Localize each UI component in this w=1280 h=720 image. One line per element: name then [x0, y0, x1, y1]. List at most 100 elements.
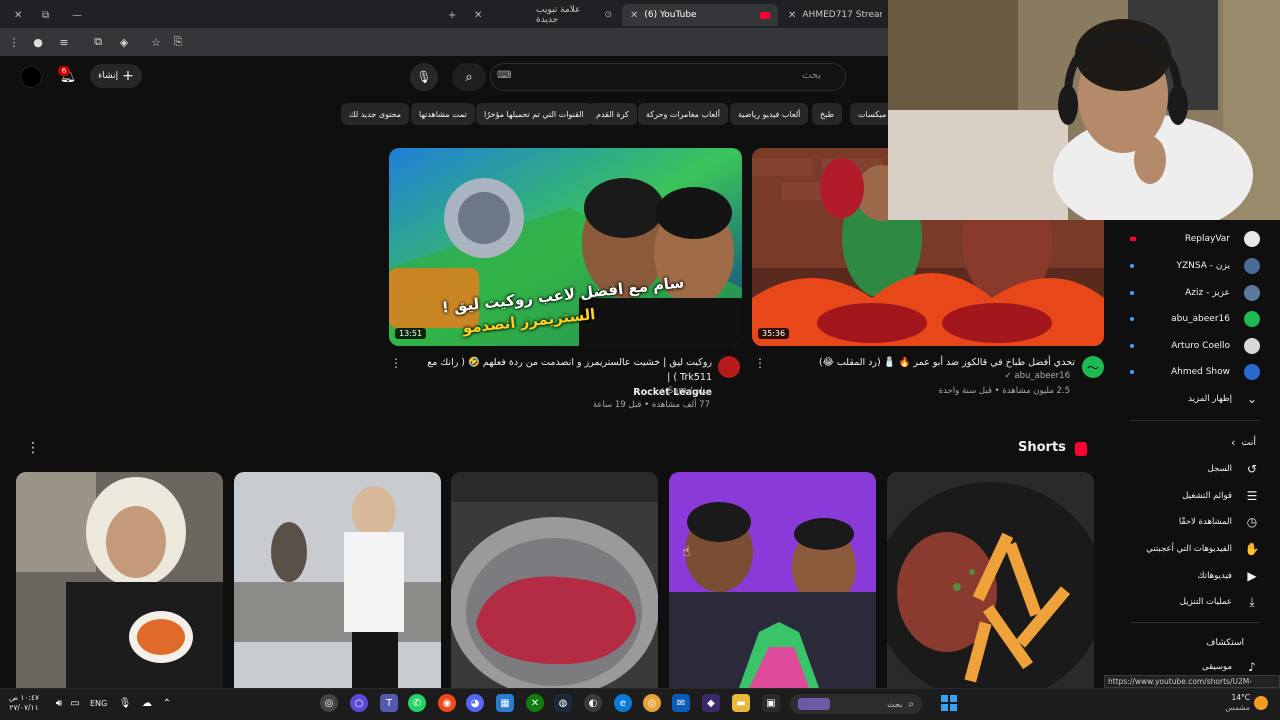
taskbar-app-icon[interactable]: ◆	[702, 694, 720, 712]
channel-avatar[interactable]: 〜	[1082, 356, 1104, 378]
edge-icon[interactable]: e	[614, 694, 632, 712]
chip-football[interactable]: كرة القدم	[588, 103, 637, 125]
new-content-dot	[1130, 370, 1134, 374]
search-button[interactable]: ⌕	[452, 63, 486, 91]
whatsapp-icon[interactable]: ✆	[408, 694, 426, 712]
search-input[interactable]: بحث ⌨	[490, 63, 846, 91]
browser-toolbar	[0, 28, 890, 56]
tab-stream[interactable]: ✕ AHMED717 Stream - Wat	[780, 4, 890, 26]
chip-recently-uploaded[interactable]: القنوات التي تم تحميلها مؤخرًا	[476, 103, 592, 125]
steam-icon[interactable]: ◍	[554, 694, 572, 712]
shorts-item[interactable]	[887, 472, 1094, 688]
like-icon: ✋	[1244, 542, 1260, 556]
extension-avatar-icon[interactable]: ●	[30, 34, 46, 50]
share-icon[interactable]: ⎘	[170, 34, 186, 50]
playlist-extension-icon[interactable]: ≡	[56, 34, 72, 50]
your-videos-icon: ▶	[1247, 569, 1257, 583]
language-indicator[interactable]: ENG	[90, 699, 107, 708]
sidebar-item-watch-later[interactable]: المشاهدة لاحقًا ◷	[1140, 511, 1260, 533]
network-icon[interactable]: ▭	[66, 694, 84, 712]
chip-new-to-you[interactable]: محتوى جديد لك	[341, 103, 410, 125]
outlook-icon[interactable]: ✉	[672, 694, 690, 712]
webcam-overlay	[888, 0, 1280, 220]
taskbar-clock[interactable]: ١٠:٤٧ ص ٢٧/٠٧/١١	[6, 693, 42, 713]
tray-expand-icon[interactable]: ⌃	[158, 694, 176, 712]
channel-name[interactable]: abu_abeer16 ✓	[870, 371, 1070, 381]
sidebar-show-more[interactable]: إظهار المزيد ⌄	[1140, 388, 1260, 410]
teams-icon[interactable]: T	[380, 694, 398, 712]
music-note-icon: ♪	[1248, 660, 1256, 674]
sidebar-item-playlists[interactable]: قوائم التشغيل ☰	[1140, 485, 1260, 507]
mouse-cursor-icon: ☝	[682, 544, 691, 560]
sidebar-subscription[interactable]: Ahmed Show	[1130, 361, 1260, 383]
verified-icon: ✓	[658, 386, 666, 396]
window-close-button[interactable]: ✕	[6, 4, 30, 26]
sidebar-you-heading[interactable]: ‹ أنت	[1140, 431, 1260, 453]
video-title[interactable]: تحدي أفضل طباخ في قالكوز ضد أبو عمر 🔥 🧂 …	[770, 355, 1075, 370]
sidebar-subscription[interactable]: abu_abeer16	[1130, 308, 1260, 330]
chip-cooking[interactable]: طبخ	[812, 103, 842, 125]
sidebar-explore-heading: استكشاف	[1206, 638, 1244, 648]
shorts-more-icon[interactable]: ⋮	[26, 440, 40, 456]
channel-avatar	[1244, 311, 1260, 327]
shorts-item[interactable]	[16, 472, 223, 688]
taskbar-app-icon[interactable]: ○	[350, 694, 368, 712]
windows-start-icon[interactable]	[940, 694, 958, 712]
menu-dots-icon[interactable]: ⋮	[6, 34, 22, 50]
file-explorer-icon[interactable]: ▬	[732, 694, 750, 712]
window-restore-button[interactable]: ⧉	[34, 4, 57, 26]
account-avatar[interactable]	[20, 66, 42, 88]
taskbar-app-icon[interactable]: ◉	[438, 694, 456, 712]
sidebar-subscription[interactable]: YZNSA - يزن	[1130, 255, 1260, 277]
extensions-puzzle-icon[interactable]: ⧉	[90, 34, 106, 50]
shorts-item[interactable]	[234, 472, 441, 688]
chip-sports-games[interactable]: ألعاب فيديو رياضية	[730, 103, 809, 125]
sidebar-item-history[interactable]: السجل ↺	[1140, 458, 1260, 480]
search-icon: ⌕	[465, 69, 473, 85]
sidebar-item-downloads[interactable]: عمليات التنزيل ⤓	[1140, 591, 1260, 613]
weather-widget[interactable]: 14°C مشمس	[1210, 693, 1250, 713]
tab-youtube[interactable]: ✕ (6) YouTube	[622, 4, 778, 26]
channel-avatar[interactable]	[718, 356, 740, 378]
shorts-item[interactable]	[451, 472, 658, 688]
tab-close-icon[interactable]: ✕	[630, 10, 638, 21]
store-icon[interactable]: ▦	[496, 694, 514, 712]
mic-tray-icon[interactable]: 🎙︎	[116, 694, 134, 712]
sidebar-item-liked-videos[interactable]: الفيديوهات التي أعجبتني ✋	[1140, 538, 1260, 560]
taskbar-search[interactable]: بحث ⌕	[790, 694, 922, 714]
chip-watched[interactable]: تمت مشاهدتها	[411, 103, 475, 125]
video-meta: 77 ألف مشاهدة • قبل 19 ساعة	[592, 400, 710, 410]
shorts-item[interactable]	[669, 472, 876, 688]
video-thumbnail[interactable]: سام مع افضل لاعب روكيت ليق ! الستريمرز ا…	[389, 148, 742, 346]
create-button[interactable]: إنشاء +	[90, 64, 142, 88]
keyboard-icon[interactable]: ⌨	[497, 70, 511, 81]
window-minimize-button[interactable]: —	[64, 4, 90, 26]
short-thumbnail-art	[669, 472, 876, 688]
voice-search-button[interactable]: 🎙︎	[410, 63, 438, 91]
tab-close-icon[interactable]: ✕	[466, 4, 490, 26]
task-view-icon[interactable]: ▣	[762, 694, 780, 712]
tab-new-tab[interactable]: علامة تبويب جديدة ⊙	[528, 4, 620, 26]
more-actions-icon[interactable]: ⋮	[390, 356, 402, 370]
new-tab-button[interactable]: +	[440, 4, 464, 26]
live-indicator-icon	[1130, 237, 1136, 241]
clock-icon: ◷	[1246, 515, 1258, 529]
taskbar-app-icon[interactable]: ◎	[320, 694, 338, 712]
channel-avatar	[1244, 364, 1260, 380]
chip-action-games[interactable]: ألعاب مغامرات وحركة	[638, 103, 728, 125]
cloud-tray-icon[interactable]: ☁	[138, 694, 156, 712]
taskbar-app-icon[interactable]: ◐	[584, 694, 602, 712]
extension-badge-icon[interactable]: ◈	[116, 34, 132, 50]
channel-name[interactable]: سام / Sam ✓	[500, 386, 710, 396]
sidebar-subscription[interactable]: Arturo Coello	[1130, 335, 1260, 357]
xbox-icon[interactable]: ✕	[526, 694, 544, 712]
windows-taskbar	[0, 688, 1280, 720]
sidebar-subscription[interactable]: Aziz - عزيز	[1130, 282, 1260, 304]
chrome-icon[interactable]: ◎	[643, 694, 661, 712]
more-actions-icon[interactable]: ⋮	[754, 356, 766, 370]
sidebar-subscription[interactable]: ReplayVar	[1130, 228, 1260, 250]
sidebar-item-your-videos[interactable]: فيديوهاتك ▶	[1140, 565, 1260, 587]
bookmark-star-icon[interactable]: ☆	[148, 34, 164, 50]
discord-icon[interactable]: ◕	[466, 694, 484, 712]
search-widget-art	[798, 698, 830, 710]
